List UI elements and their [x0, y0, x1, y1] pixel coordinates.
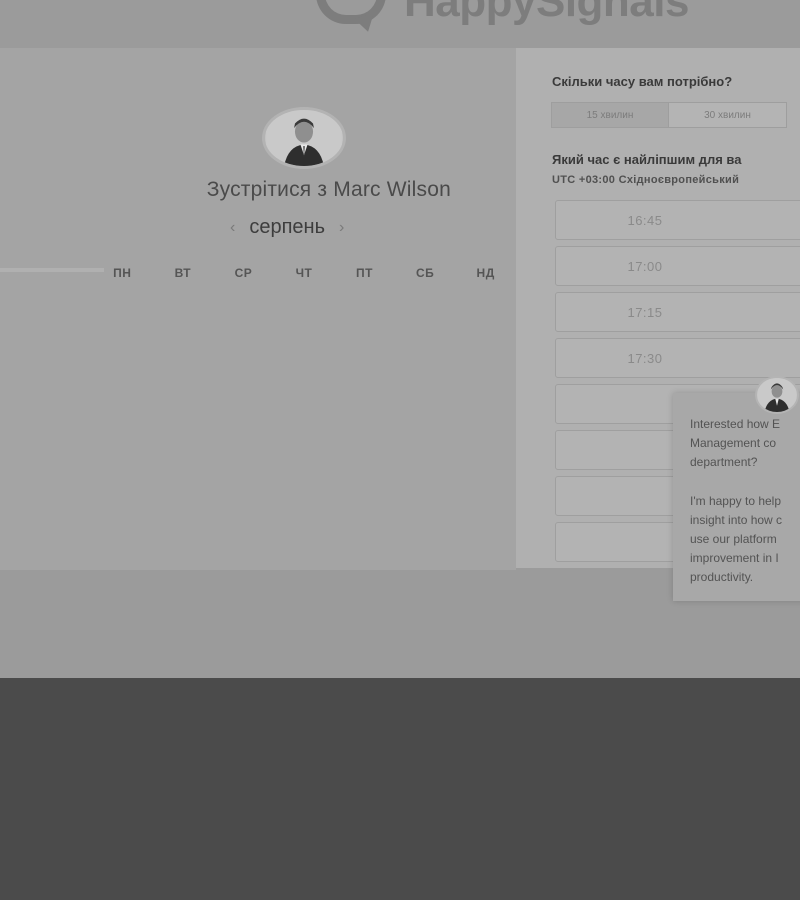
host-avatar: [262, 107, 346, 169]
time-slot[interactable]: 16:45: [555, 200, 800, 240]
weekday-sat: СБ: [415, 266, 435, 280]
weekday-tue: ВТ: [174, 266, 192, 280]
brand-logo: HappySignals: [312, 0, 689, 40]
chevron-left-icon[interactable]: ‹: [230, 219, 235, 237]
time-slot[interactable]: 17:00: [555, 246, 800, 286]
brand-name: HappySignals: [404, 0, 689, 26]
weekday-thu: ЧТ: [295, 266, 313, 280]
chevron-right-icon[interactable]: ›: [339, 219, 344, 237]
duration-15-tab[interactable]: 15 хвилин: [551, 102, 669, 128]
chat-message-offer: I'm happy to help insight into how c use…: [690, 492, 800, 587]
weekday-wed: СР: [234, 266, 253, 280]
speech-bubble-heart-icon: [312, 0, 392, 38]
chat-message-intro: Interested how E Management co departmen…: [690, 415, 800, 472]
duration-tabs: 15 хвилин 30 хвилин: [551, 102, 787, 128]
meeting-title: Зустрітися з Marc Wilson: [206, 178, 451, 201]
time-slot-label: 17:00: [627, 258, 663, 274]
chat-line: use our platform: [690, 532, 777, 546]
duration-question: Скільки часу вам потрібно?: [552, 74, 733, 89]
time-slot-label: 17:30: [627, 350, 663, 366]
loading-bar: [0, 268, 104, 272]
current-month: серпень: [249, 216, 325, 238]
time-slot-label: 16:45: [627, 212, 663, 228]
weekday-fri: ПТ: [356, 266, 374, 280]
weekday-mon: ПН: [113, 266, 132, 280]
weekday-header: ПН ВТ СР ЧТ ПТ СБ НД: [92, 266, 516, 280]
month-navigation: ‹ серпень ›: [230, 216, 344, 239]
chat-avatar[interactable]: [755, 376, 799, 414]
chat-line: productivity.: [690, 570, 754, 584]
chat-line: I'm happy to help: [690, 494, 782, 508]
time-question: Який час є найліпшим для ва: [552, 152, 742, 167]
chat-line: Interested how E: [690, 417, 781, 431]
timezone-label[interactable]: UTC +03:00 Східноєвропейський: [552, 174, 739, 186]
weekday-sun: НД: [476, 266, 495, 280]
time-slot[interactable]: 17:15: [555, 292, 800, 332]
duration-30-tab[interactable]: 30 хвилин: [669, 102, 787, 128]
chat-line: department?: [690, 455, 758, 469]
calendar-panel: Зустрітися з Marc Wilson ‹ серпень › ПН …: [0, 48, 516, 570]
chat-line: Management co: [690, 436, 777, 450]
chat-line: improvement in I: [690, 551, 779, 565]
time-slot[interactable]: 17:30: [555, 338, 800, 378]
page-overlay: HappySignals Зустрітися з Marc Wilson ‹ …: [0, 0, 800, 678]
chat-line: insight into how c: [690, 513, 783, 527]
time-slot-label: 17:15: [627, 304, 663, 320]
